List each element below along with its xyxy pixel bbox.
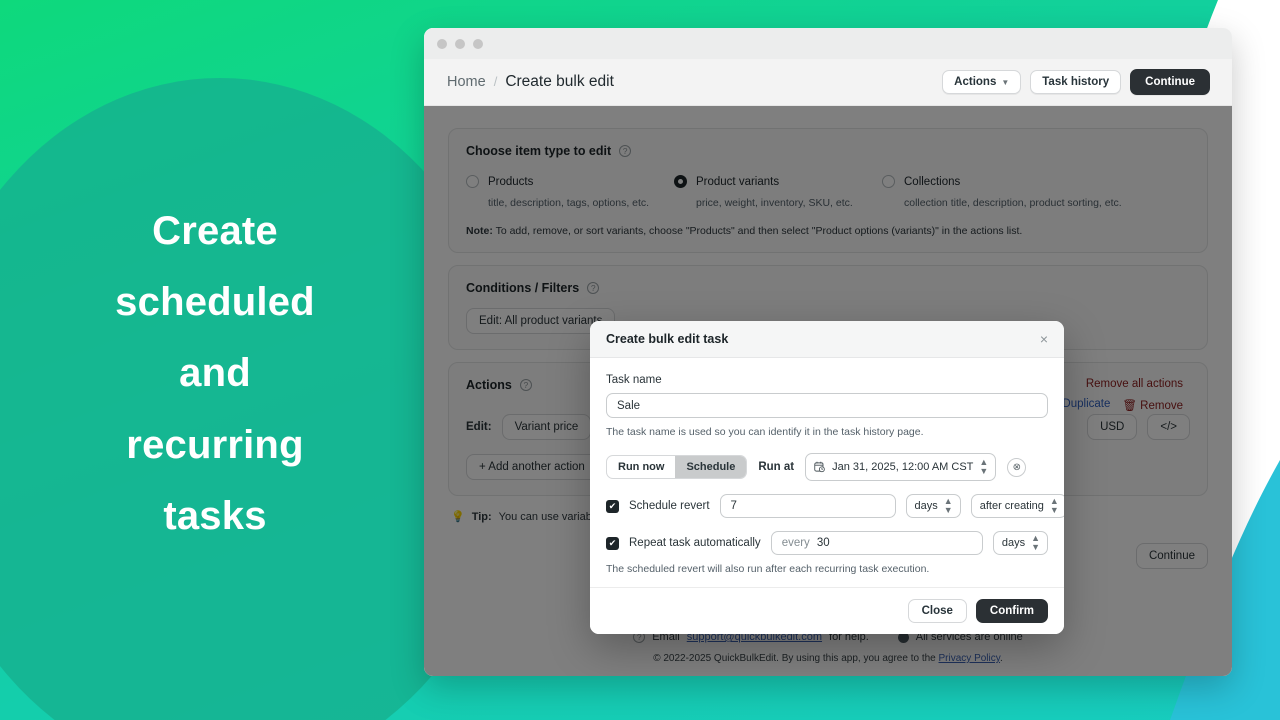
schedule-revert-unit-stepper: ▲▼ — [944, 497, 952, 515]
schedule-revert-unit-select[interactable]: days ▲▼ — [906, 494, 961, 518]
browser-window: Home / Create bulk edit Actions ▼ Task h… — [424, 28, 1232, 676]
page-title: Create bulk edit — [505, 73, 614, 91]
schedule-revert-anchor-select[interactable]: after creating ▲▼ — [971, 494, 1064, 518]
close-icon[interactable]: × — [1040, 332, 1048, 346]
run-mode-row: Run now Schedule Run at — [606, 453, 1048, 481]
actions-button-label: Actions — [954, 76, 996, 88]
modal-footer: Close Confirm — [590, 587, 1064, 634]
schedule-revert-anchor-value: after creating — [980, 500, 1044, 512]
schedule-revert-label: Schedule revert — [629, 500, 710, 512]
breadcrumb-home[interactable]: Home — [447, 74, 486, 90]
task-name-label: Task name — [606, 374, 1048, 386]
headline-line: scheduled — [40, 267, 390, 338]
continue-button-header[interactable]: Continue — [1130, 69, 1210, 95]
maximize-window-dot[interactable] — [473, 39, 483, 49]
promo-headline: Create scheduled and recurring tasks — [40, 196, 390, 552]
clear-run-at-button[interactable]: ⊗ — [1007, 458, 1026, 477]
promo-stage: Create scheduled and recurring tasks Hom… — [0, 0, 1280, 720]
modal-title: Create bulk edit task — [606, 332, 728, 346]
modal-body: Task name The task name is used so you c… — [590, 358, 1064, 587]
repeat-interval-unit-value: days — [1002, 537, 1025, 549]
run-mode-segmented-control: Run now Schedule — [606, 455, 747, 479]
repeat-interval-unit-select[interactable]: days ▲▼ — [993, 531, 1048, 555]
run-at-label: Run at — [758, 461, 794, 473]
actions-button[interactable]: Actions ▼ — [942, 70, 1021, 94]
headline-line: recurring — [40, 410, 390, 481]
repeat-interval-unit-stepper: ▲▼ — [1031, 534, 1039, 552]
repeat-task-label: Repeat task automatically — [629, 537, 761, 549]
app-header-actions: Actions ▼ Task history Continue — [942, 69, 1210, 95]
chevron-down-icon: ▼ — [1001, 78, 1009, 87]
schedule-revert-anchor-stepper: ▲▼ — [1050, 497, 1058, 515]
repeat-task-row: ✔ Repeat task automatically every 30 day… — [606, 531, 1048, 555]
task-name-help: The task name is used so you can identif… — [606, 426, 1048, 438]
schedule-revert-checkbox[interactable]: ✔ — [606, 500, 619, 513]
modal-header: Create bulk edit task × — [590, 321, 1064, 358]
minimize-window-dot[interactable] — [455, 39, 465, 49]
task-name-input[interactable] — [606, 393, 1048, 418]
run-at-datetime-field[interactable]: Jan 31, 2025, 12:00 AM CST ▲▼ — [805, 453, 996, 481]
headline-line: Create — [40, 196, 390, 267]
run-at-value: Jan 31, 2025, 12:00 AM CST — [832, 461, 973, 473]
repeat-interval-input[interactable]: every 30 — [771, 531, 983, 555]
breadcrumb: Home / Create bulk edit — [447, 73, 614, 91]
app-header: Home / Create bulk edit Actions ▼ Task h… — [424, 59, 1232, 106]
close-window-dot[interactable] — [437, 39, 447, 49]
calendar-clock-icon — [814, 461, 826, 473]
repeat-task-help: The scheduled revert will also run after… — [606, 563, 1048, 575]
breadcrumb-separator: / — [494, 74, 498, 89]
schedule-revert-row: ✔ Schedule revert days ▲▼ after creating… — [606, 494, 1048, 518]
close-button[interactable]: Close — [908, 599, 967, 623]
schedule-tab[interactable]: Schedule — [675, 456, 746, 478]
headline-line: and — [40, 338, 390, 409]
run-now-tab[interactable]: Run now — [607, 456, 675, 478]
create-bulk-edit-task-modal: Create bulk edit task × Task name The ta… — [590, 321, 1064, 634]
confirm-button[interactable]: Confirm — [976, 599, 1048, 623]
schedule-revert-amount-input[interactable] — [720, 494, 896, 518]
repeat-interval-value: 30 — [817, 537, 830, 549]
window-titlebar — [424, 28, 1232, 59]
repeat-interval-prefix: every — [782, 537, 810, 549]
schedule-revert-unit-value: days — [915, 500, 938, 512]
task-history-button[interactable]: Task history — [1030, 70, 1121, 94]
run-at-stepper[interactable]: ▲▼ — [979, 458, 987, 476]
headline-line: tasks — [40, 481, 390, 552]
repeat-task-checkbox[interactable]: ✔ — [606, 537, 619, 550]
page-content: Choose item type to edit ? Products titl… — [424, 106, 1232, 676]
